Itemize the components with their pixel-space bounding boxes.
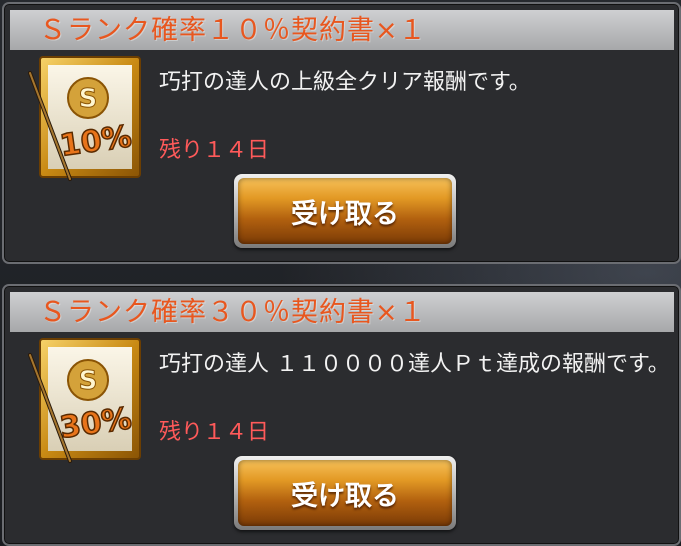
contract-ticket-icon: S 30% bbox=[28, 338, 141, 463]
contract-ticket-icon: S 10% bbox=[28, 56, 141, 181]
receive-button-face[interactable]: 受け取る bbox=[238, 460, 452, 526]
receive-button[interactable]: 受け取る bbox=[234, 174, 456, 248]
svg-text:S: S bbox=[79, 84, 98, 114]
reward-card: Ｓランク確率１０％契約書×１ S 10% 巧打の達人の上級全クリア報酬です。 残… bbox=[2, 2, 681, 264]
reward-card: Ｓランク確率３０％契約書×１ S 30% 巧打の達人 １１００００達人Ｐｔ達成の… bbox=[2, 284, 681, 546]
reward-description: 巧打の達人の上級全クリア報酬です。 bbox=[159, 70, 531, 95]
remaining-days: 残り１４日 bbox=[159, 138, 270, 163]
svg-text:S: S bbox=[79, 366, 98, 396]
reward-title: Ｓランク確率１０％契約書×１ bbox=[39, 15, 427, 46]
reward-title-bar: Ｓランク確率１０％契約書×１ bbox=[10, 10, 674, 50]
receive-button-label: 受け取る bbox=[291, 480, 399, 512]
receive-button-face[interactable]: 受け取る bbox=[238, 178, 452, 244]
remaining-days: 残り１４日 bbox=[159, 420, 270, 445]
reward-title: Ｓランク確率３０％契約書×１ bbox=[39, 297, 427, 328]
receive-button-label: 受け取る bbox=[291, 198, 399, 230]
reward-description: 巧打の達人 １１００００達人Ｐｔ達成の報酬です。 bbox=[159, 352, 670, 377]
reward-title-bar: Ｓランク確率３０％契約書×１ bbox=[10, 292, 674, 332]
receive-button[interactable]: 受け取る bbox=[234, 456, 456, 530]
